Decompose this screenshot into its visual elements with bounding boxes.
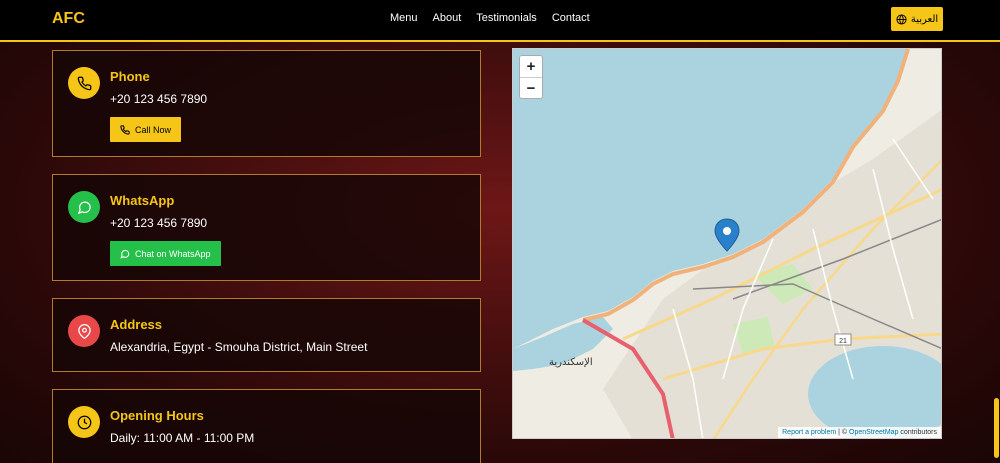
map-tiles[interactable]: 21 الإسكندرية <box>513 49 942 439</box>
whatsapp-icon <box>68 191 100 223</box>
phone-title: Phone <box>110 69 150 84</box>
chat-whatsapp-button[interactable]: Chat on WhatsApp <box>110 241 221 266</box>
location-map[interactable]: 21 الإسكندرية + − Report a problem | © O… <box>512 48 942 439</box>
map-pin-icon <box>68 315 100 347</box>
road-number-label: 21 <box>839 338 847 345</box>
openstreetmap-link[interactable]: OpenStreetMap <box>849 429 898 436</box>
scrollbar-thumb[interactable] <box>994 398 999 458</box>
whatsapp-icon <box>120 249 130 259</box>
address-title: Address <box>110 317 163 332</box>
whatsapp-number: +20 123 456 7890 <box>110 216 208 230</box>
navbar: AFC Menu About Testimonials Contact العر… <box>0 0 1000 42</box>
opening-hours-card: Opening Hours Daily: 11:00 AM - 11:00 PM <box>52 389 481 463</box>
globe-icon <box>896 13 907 25</box>
nav-link-testimonials[interactable]: Testimonials <box>476 12 537 24</box>
call-now-button[interactable]: Call Now <box>110 117 182 142</box>
nav-link-contact[interactable]: Contact <box>552 12 590 24</box>
chat-whatsapp-label: Chat on WhatsApp <box>135 248 211 259</box>
attribution-suffix: contributors <box>900 429 937 436</box>
language-toggle-button[interactable]: العربية <box>891 7 943 31</box>
city-label: الإسكندرية <box>549 357 593 368</box>
zoom-out-button[interactable]: − <box>520 77 542 98</box>
nav-links: Menu About Testimonials Contact <box>390 12 590 24</box>
report-problem-link[interactable]: Report a problem <box>782 429 836 436</box>
address-card: Address Alexandria, Egypt - Smouha Distr… <box>52 298 481 372</box>
map-attribution: Report a problem | © OpenStreetMap contr… <box>778 427 941 438</box>
opening-hours-text: Daily: 11:00 AM - 11:00 PM <box>110 431 255 445</box>
nav-link-menu[interactable]: Menu <box>390 12 418 24</box>
clock-icon <box>68 406 100 438</box>
phone-icon <box>120 124 130 135</box>
zoom-in-button[interactable]: + <box>520 56 542 77</box>
phone-number: +20 123 456 7890 <box>110 92 208 106</box>
whatsapp-title: WhatsApp <box>110 193 175 208</box>
brand-logo[interactable]: AFC <box>52 10 85 28</box>
phone-card: Phone +20 123 456 7890 Call Now <box>52 50 481 157</box>
language-label: العربية <box>910 13 939 25</box>
whatsapp-card: WhatsApp +20 123 456 7890 Chat on WhatsA… <box>52 174 481 281</box>
phone-icon <box>68 67 100 99</box>
call-now-label: Call Now <box>135 124 172 135</box>
map-zoom-control: + − <box>519 55 543 99</box>
nav-link-about[interactable]: About <box>433 12 462 24</box>
attribution-separator: | © <box>838 429 848 436</box>
address-text: Alexandria, Egypt - Smouha District, Mai… <box>110 340 368 354</box>
opening-hours-title: Opening Hours <box>110 408 204 423</box>
